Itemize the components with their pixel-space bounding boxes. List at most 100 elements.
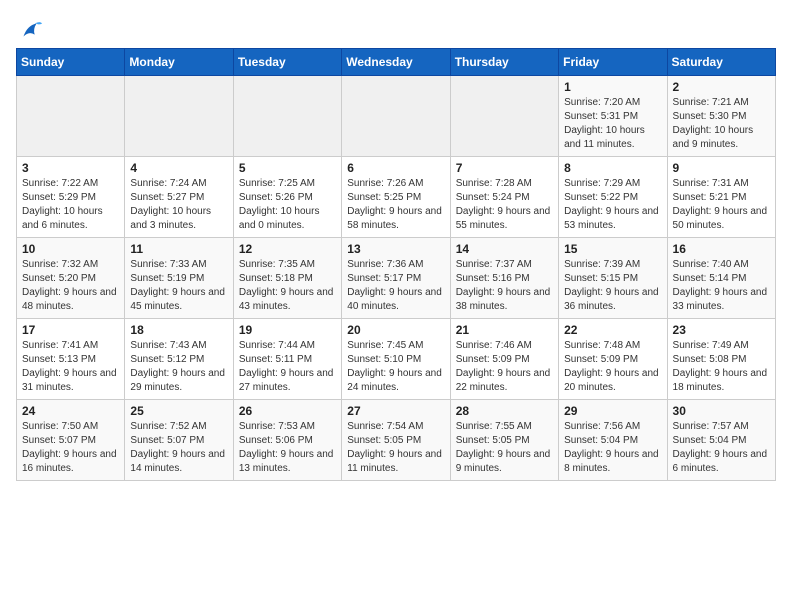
day-info: Sunrise: 7:50 AM Sunset: 5:07 PM Dayligh… — [22, 420, 119, 476]
table-cell: 9 Sunrise: 7:31 AM Sunset: 5:21 PM Daylig… — [667, 157, 775, 238]
day-number: 13 — [347, 242, 444, 256]
day-number: 10 — [22, 242, 119, 256]
day-info: Sunrise: 7:46 AM Sunset: 5:09 PM Dayligh… — [456, 339, 553, 395]
day-info: Sunrise: 7:28 AM Sunset: 5:24 PM Dayligh… — [456, 177, 553, 233]
table-cell — [342, 76, 450, 157]
table-cell: 26 Sunrise: 7:53 AM Sunset: 5:06 PM Dayli… — [233, 400, 341, 481]
table-cell: 30 Sunrise: 7:57 AM Sunset: 5:04 PM Dayli… — [667, 400, 775, 481]
day-number: 5 — [239, 161, 336, 175]
day-number: 27 — [347, 404, 444, 418]
table-cell: 8Sunrise: 7:29 AM Sunset: 5:22 PM Daylig… — [559, 157, 667, 238]
week-row-5: 24 Sunrise: 7:50 AM Sunset: 5:07 PM Dayli… — [17, 400, 776, 481]
day-info: Sunrise: 7:39 AM Sunset: 5:15 PM Dayligh… — [564, 258, 661, 314]
logo-icon — [16, 16, 44, 44]
header-saturday: Saturday — [667, 49, 775, 76]
day-number: 21 — [456, 323, 553, 337]
table-cell: 24 Sunrise: 7:50 AM Sunset: 5:07 PM Dayli… — [17, 400, 125, 481]
day-info: Sunrise: 7:45 AM Sunset: 5:10 PM Dayligh… — [347, 339, 444, 395]
day-info: Sunrise: 7:37 AM Sunset: 5:16 PM Dayligh… — [456, 258, 553, 314]
day-info: Sunrise: 7:55 AM Sunset: 5:05 PM Dayligh… — [456, 420, 553, 476]
day-info: Sunrise: 7:52 AM Sunset: 5:07 PM Dayligh… — [130, 420, 227, 476]
day-number: 18 — [130, 323, 227, 337]
day-info: Sunrise: 7:57 AM Sunset: 5:04 PM Dayligh… — [673, 420, 770, 476]
table-cell: 21 Sunrise: 7:46 AM Sunset: 5:09 PM Dayli… — [450, 319, 558, 400]
table-cell: 27 Sunrise: 7:54 AM Sunset: 5:05 PM Dayli… — [342, 400, 450, 481]
table-cell: 15 Sunrise: 7:39 AM Sunset: 5:15 PM Dayli… — [559, 238, 667, 319]
table-cell: 28 Sunrise: 7:55 AM Sunset: 5:05 PM Dayli… — [450, 400, 558, 481]
table-cell: 18Sunrise: 7:43 AM Sunset: 5:12 PM Dayli… — [125, 319, 233, 400]
table-cell — [17, 76, 125, 157]
day-info: Sunrise: 7:33 AM Sunset: 5:19 PM Dayligh… — [130, 258, 227, 314]
day-info: Sunrise: 7:24 AM Sunset: 5:27 PM Dayligh… — [130, 177, 227, 233]
day-number: 2 — [673, 80, 770, 94]
day-info: Sunrise: 7:25 AM Sunset: 5:26 PM Dayligh… — [239, 177, 336, 233]
day-number: 17 — [22, 323, 119, 337]
day-info: Sunrise: 7:36 AM Sunset: 5:17 PM Dayligh… — [347, 258, 444, 314]
day-info: Sunrise: 7:41 AM Sunset: 5:13 PM Dayligh… — [22, 339, 119, 395]
header-sunday: Sunday — [17, 49, 125, 76]
day-number: 19 — [239, 323, 336, 337]
day-number: 29 — [564, 404, 661, 418]
table-cell: 23 Sunrise: 7:49 AM Sunset: 5:08 PM Dayli… — [667, 319, 775, 400]
day-info: Sunrise: 7:54 AM Sunset: 5:05 PM Dayligh… — [347, 420, 444, 476]
header-thursday: Thursday — [450, 49, 558, 76]
table-cell: 11 Sunrise: 7:33 AM Sunset: 5:19 PM Dayli… — [125, 238, 233, 319]
table-cell: 16 Sunrise: 7:40 AM Sunset: 5:14 PM Dayli… — [667, 238, 775, 319]
table-cell: 13 Sunrise: 7:36 AM Sunset: 5:17 PM Dayli… — [342, 238, 450, 319]
day-number: 4 — [130, 161, 227, 175]
day-info: Sunrise: 7:32 AM Sunset: 5:20 PM Dayligh… — [22, 258, 119, 314]
table-cell: 10 Sunrise: 7:32 AM Sunset: 5:20 PM Dayli… — [17, 238, 125, 319]
day-number: 15 — [564, 242, 661, 256]
day-info: Sunrise: 7:26 AM Sunset: 5:25 PM Dayligh… — [347, 177, 444, 233]
table-cell: 7 Sunrise: 7:28 AM Sunset: 5:24 PM Daylig… — [450, 157, 558, 238]
table-cell: 5 Sunrise: 7:25 AM Sunset: 5:26 PM Daylig… — [233, 157, 341, 238]
header-wednesday: Wednesday — [342, 49, 450, 76]
day-info: Sunrise: 7:35 AM Sunset: 5:18 PM Dayligh… — [239, 258, 336, 314]
day-info: Sunrise: 7:44 AM Sunset: 5:11 PM Dayligh… — [239, 339, 336, 395]
table-cell — [125, 76, 233, 157]
day-number: 20 — [347, 323, 444, 337]
day-number: 28 — [456, 404, 553, 418]
day-number: 30 — [673, 404, 770, 418]
day-number: 7 — [456, 161, 553, 175]
week-row-3: 10 Sunrise: 7:32 AM Sunset: 5:20 PM Dayli… — [17, 238, 776, 319]
day-info: Sunrise: 7:31 AM Sunset: 5:21 PM Dayligh… — [673, 177, 770, 233]
table-cell: 1 Sunrise: 7:20 AM Sunset: 5:31 PM Daylig… — [559, 76, 667, 157]
table-cell: 29Sunrise: 7:56 AM Sunset: 5:04 PM Dayli… — [559, 400, 667, 481]
day-info: Sunrise: 7:21 AM Sunset: 5:30 PM Dayligh… — [673, 96, 770, 152]
day-number: 25 — [130, 404, 227, 418]
day-info: Sunrise: 7:29 AM Sunset: 5:22 PM Dayligh… — [564, 177, 661, 233]
day-info: Sunrise: 7:48 AM Sunset: 5:09 PM Dayligh… — [564, 339, 661, 395]
day-info: Sunrise: 7:20 AM Sunset: 5:31 PM Dayligh… — [564, 96, 661, 152]
day-number: 6 — [347, 161, 444, 175]
table-cell: 4 Sunrise: 7:24 AM Sunset: 5:27 PM Daylig… — [125, 157, 233, 238]
day-info: Sunrise: 7:22 AM Sunset: 5:29 PM Dayligh… — [22, 177, 119, 233]
table-cell — [450, 76, 558, 157]
day-info: Sunrise: 7:49 AM Sunset: 5:08 PM Dayligh… — [673, 339, 770, 395]
day-info: Sunrise: 7:40 AM Sunset: 5:14 PM Dayligh… — [673, 258, 770, 314]
day-number: 23 — [673, 323, 770, 337]
day-number: 11 — [130, 242, 227, 256]
day-number: 3 — [22, 161, 119, 175]
day-info: Sunrise: 7:53 AM Sunset: 5:06 PM Dayligh… — [239, 420, 336, 476]
table-cell: 17 Sunrise: 7:41 AM Sunset: 5:13 PM Dayli… — [17, 319, 125, 400]
table-cell: 12Sunrise: 7:35 AM Sunset: 5:18 PM Dayli… — [233, 238, 341, 319]
calendar-table: SundayMondayTuesdayWednesdayThursdayFrid… — [16, 48, 776, 481]
day-number: 24 — [22, 404, 119, 418]
day-number: 9 — [673, 161, 770, 175]
day-number: 1 — [564, 80, 661, 94]
day-number: 14 — [456, 242, 553, 256]
day-number: 22 — [564, 323, 661, 337]
header-tuesday: Tuesday — [233, 49, 341, 76]
week-row-4: 17 Sunrise: 7:41 AM Sunset: 5:13 PM Dayli… — [17, 319, 776, 400]
table-cell — [233, 76, 341, 157]
calendar-header-row: SundayMondayTuesdayWednesdayThursdayFrid… — [17, 49, 776, 76]
week-row-2: 3 Sunrise: 7:22 AM Sunset: 5:29 PM Daylig… — [17, 157, 776, 238]
header-monday: Monday — [125, 49, 233, 76]
header-friday: Friday — [559, 49, 667, 76]
table-cell: 19 Sunrise: 7:44 AM Sunset: 5:11 PM Dayli… — [233, 319, 341, 400]
day-number: 16 — [673, 242, 770, 256]
page-header — [16, 16, 776, 44]
day-number: 26 — [239, 404, 336, 418]
logo — [16, 16, 48, 44]
